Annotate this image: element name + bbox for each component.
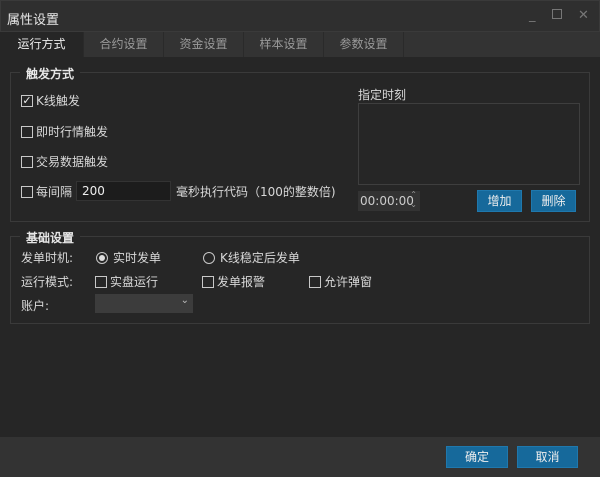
time-value: 00:00:00: [360, 194, 414, 208]
interval-label: 每间隔: [36, 185, 73, 199]
delete-time-button[interactable]: 删除: [531, 190, 576, 212]
checkbox-icon: [21, 185, 33, 198]
interval-suffix: 毫秒执行代码（100的整数倍): [176, 185, 336, 199]
order-timing-label: 发单时机:: [21, 251, 74, 265]
order-alert-checkbox[interactable]: 发单报警: [202, 273, 265, 290]
realtime-trigger-label: 即时行情触发: [36, 125, 109, 139]
time-list[interactable]: [358, 103, 580, 185]
title-bar: 属性设置 _ ✕: [0, 0, 600, 32]
basic-group-title: 基础设置: [20, 229, 81, 246]
kline-trigger-label: K线触发: [36, 94, 80, 108]
interval-trigger-checkbox[interactable]: 每间隔: [21, 183, 72, 200]
kline-stable-order-radio[interactable]: K线稳定后发单: [203, 249, 300, 266]
kline-trigger-checkbox[interactable]: ✓ K线触发: [21, 92, 80, 109]
interval-input[interactable]: 200: [76, 181, 171, 201]
cancel-button[interactable]: 取消: [517, 446, 578, 468]
tab-params[interactable]: 参数设置: [324, 32, 404, 57]
checkbox-icon: [309, 275, 321, 288]
trade-trigger-label: 交易数据触发: [36, 155, 109, 169]
allow-popup-label: 允许弹窗: [324, 275, 373, 289]
tab-run-mode[interactable]: 运行方式: [0, 32, 84, 57]
account-select[interactable]: ⌄: [95, 294, 193, 313]
tab-contract[interactable]: 合约设置: [84, 32, 164, 57]
realtime-order-radio[interactable]: 实时发单: [96, 249, 161, 266]
radio-icon: [203, 251, 215, 264]
trigger-group-title: 触发方式: [20, 65, 81, 82]
minimize-icon[interactable]: _: [529, 8, 536, 23]
live-run-label: 实盘运行: [110, 275, 159, 289]
realtime-order-label: 实时发单: [113, 251, 162, 265]
checkbox-icon: [202, 275, 214, 288]
footer-bar: 确定 取消: [0, 437, 600, 477]
maximize-icon[interactable]: [552, 9, 562, 19]
add-time-button[interactable]: 增加: [477, 190, 522, 212]
time-spinner[interactable]: 00:00:00 ⌃ ⌄: [358, 190, 420, 211]
trade-trigger-checkbox[interactable]: 交易数据触发: [21, 153, 108, 170]
spinner-arrows-icon[interactable]: ⌃ ⌄: [410, 190, 417, 210]
radio-selected-icon: [96, 251, 108, 264]
checkbox-icon: [21, 125, 33, 138]
tab-bar: 运行方式 合约设置 资金设置 样本设置 参数设置: [0, 32, 600, 57]
order-alert-label: 发单报警: [217, 275, 266, 289]
specified-time-label: 指定时刻: [358, 88, 407, 102]
live-run-checkbox[interactable]: 实盘运行: [95, 273, 158, 290]
account-label: 账户:: [21, 299, 50, 313]
window-title: 属性设置: [7, 13, 60, 28]
checkbox-icon: [21, 155, 33, 168]
ok-button[interactable]: 确定: [446, 446, 508, 468]
checkbox-checked-icon: ✓: [21, 93, 33, 107]
checkbox-icon: [95, 275, 107, 288]
realtime-trigger-checkbox[interactable]: 即时行情触发: [21, 123, 108, 140]
chevron-down-icon: ⌄: [180, 295, 189, 306]
kline-stable-order-label: K线稳定后发单: [220, 251, 300, 265]
close-icon[interactable]: ✕: [578, 8, 589, 23]
run-mode-label: 运行模式:: [21, 275, 74, 289]
tab-funds[interactable]: 资金设置: [164, 32, 244, 57]
tab-sample[interactable]: 样本设置: [244, 32, 324, 57]
allow-popup-checkbox[interactable]: 允许弹窗: [309, 273, 372, 290]
